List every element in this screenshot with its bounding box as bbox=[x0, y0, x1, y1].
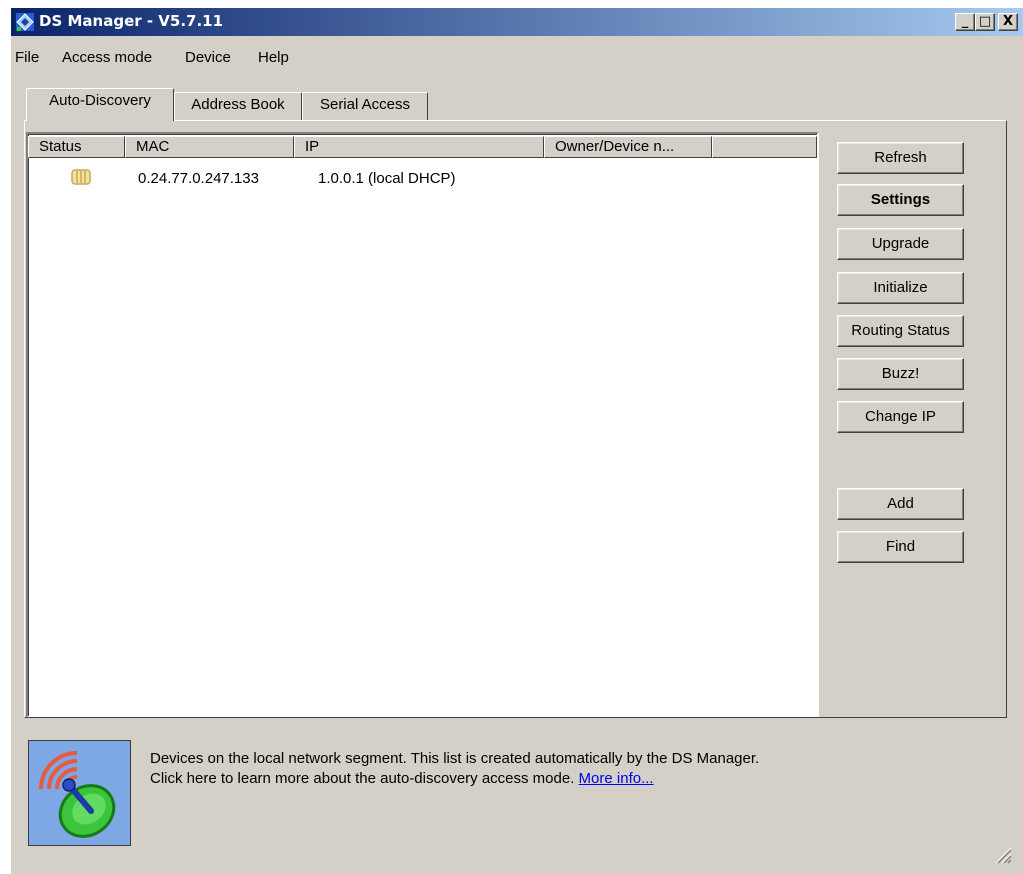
menu-help[interactable]: Help bbox=[258, 49, 289, 66]
info-text-line-2-text: Click here to learn more about the auto-… bbox=[150, 770, 575, 787]
minimize-button[interactable]: _ bbox=[955, 13, 975, 31]
tab-address-book[interactable]: Address Book bbox=[174, 92, 302, 121]
menu-file[interactable]: File bbox=[15, 49, 39, 66]
maximize-button[interactable]: □ bbox=[975, 13, 995, 31]
close-button[interactable]: X bbox=[998, 13, 1018, 31]
window-title: DS Manager - V5.7.11 bbox=[39, 12, 224, 30]
resize-grip-icon[interactable] bbox=[990, 842, 1012, 864]
info-text-line-1: Devices on the local network segment. Th… bbox=[150, 750, 760, 767]
app-icon bbox=[16, 13, 34, 31]
more-info-link[interactable]: More info... bbox=[579, 770, 654, 787]
tab-panel bbox=[24, 120, 1007, 718]
menu-device[interactable]: Device bbox=[185, 49, 231, 66]
tab-auto-discovery[interactable]: Auto-Discovery bbox=[26, 88, 174, 121]
title-bar[interactable]: DS Manager - V5.7.11 _ □ X bbox=[11, 8, 1023, 36]
menu-access-mode[interactable]: Access mode bbox=[62, 49, 152, 66]
tab-serial-access[interactable]: Serial Access bbox=[302, 92, 428, 121]
satellite-dish-icon[interactable] bbox=[28, 740, 131, 846]
menu-bar: File Access mode Device Help bbox=[11, 36, 1023, 66]
info-text-line-2: Click here to learn more about the auto-… bbox=[150, 770, 654, 787]
